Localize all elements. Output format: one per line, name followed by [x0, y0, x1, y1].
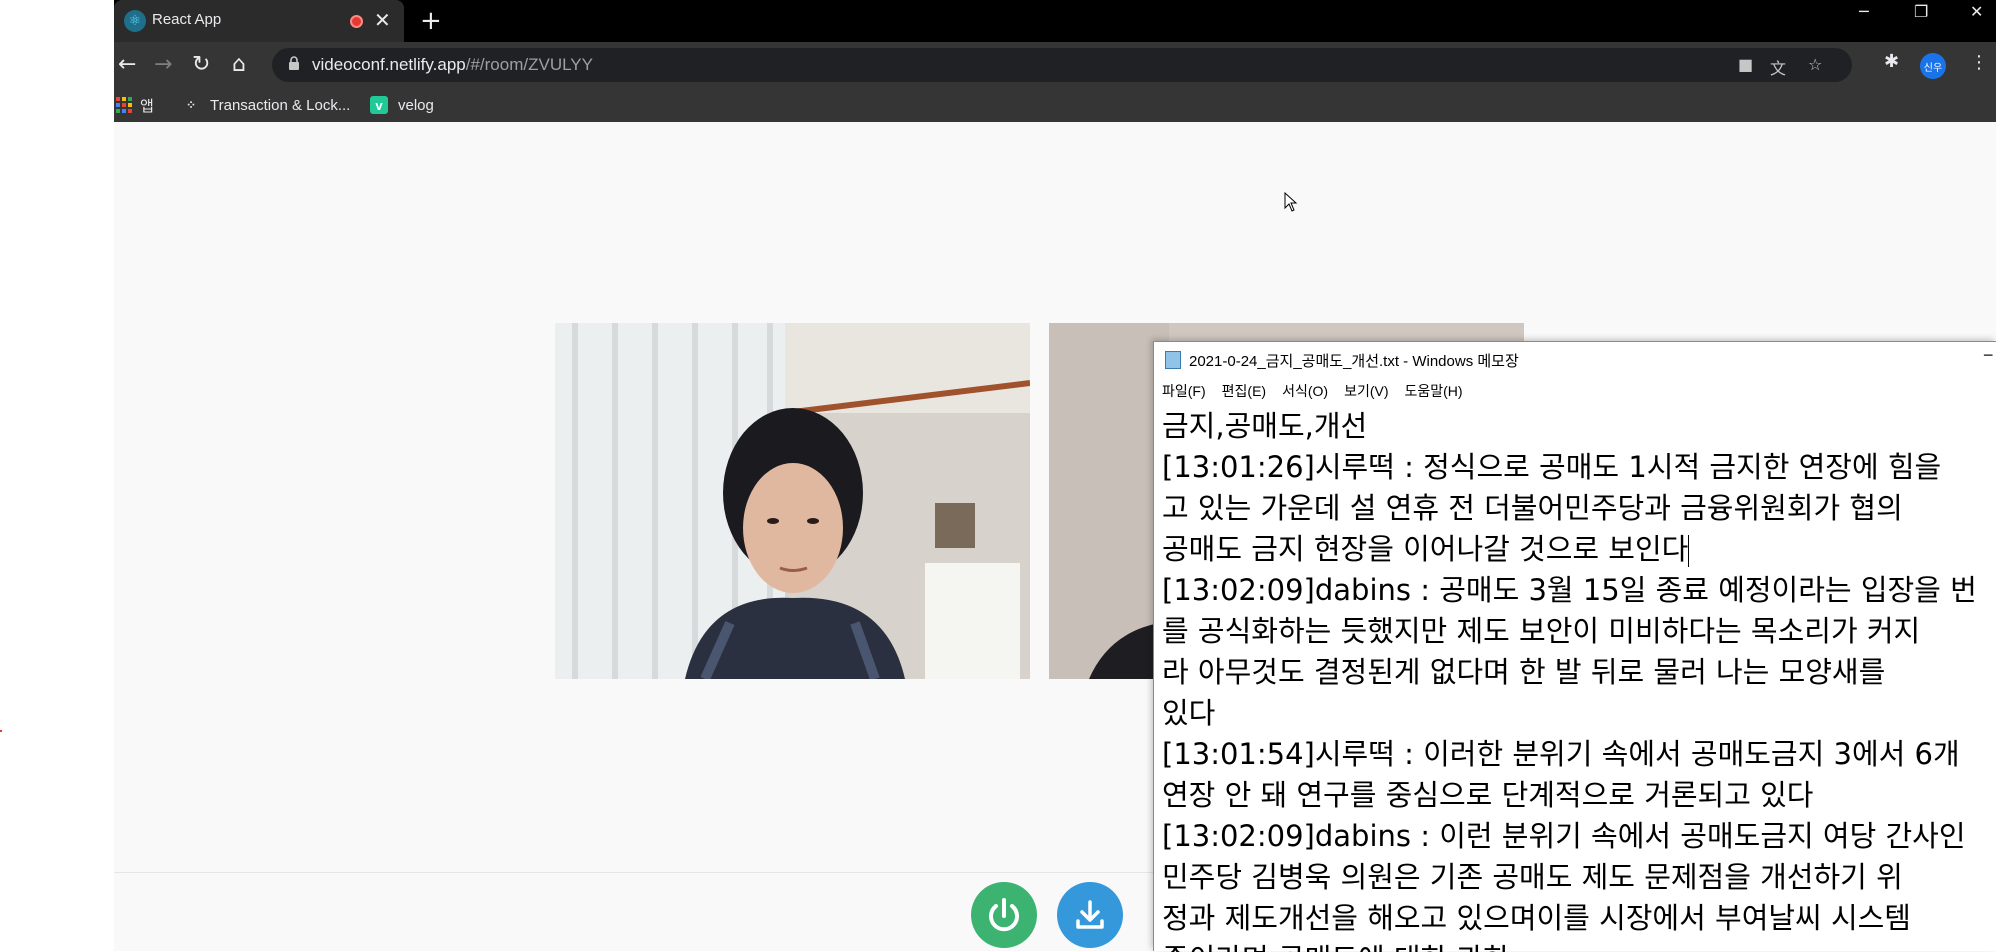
velog-icon: v — [370, 96, 388, 114]
text-line-with-caret: 공매도 금지 현장을 이어나갈 것으로 보인다 — [1162, 529, 1996, 570]
recording-indicator-icon — [350, 15, 363, 28]
text-line: 민주당 김병욱 의원은 기존 공매도 제도 문제점을 개선하기 위 — [1162, 860, 1903, 894]
text-line: 있다 — [1162, 696, 1216, 730]
bookmark-label: 앱 — [140, 97, 154, 115]
text-line: 고 있는 가운데 설 연휴 전 더불어민주당과 금융위원회가 협의 — [1162, 491, 1903, 525]
bookmark-label: velog — [398, 96, 434, 114]
notepad-menubar: 파일(F) 편집(E) 서식(O) 보기(V) 도움말(H) — [1154, 378, 1996, 402]
text-line: 라 아무것도 결정된게 없다며 한 발 뒤로 물러 나는 모양새를 — [1162, 655, 1886, 689]
minimize-icon[interactable]: ─ — [1984, 348, 1992, 364]
stray-mark — [0, 730, 2, 732]
bookmark-transaction[interactable]: ⁘ Transaction & Lock... — [182, 94, 350, 116]
menu-format[interactable]: 서식(O) — [1274, 378, 1336, 402]
apps-grid-icon — [116, 97, 132, 113]
minimize-icon[interactable]: ─ — [1859, 2, 1869, 21]
tab-strip: ⚛ React App ✕ + ─ ❐ ✕ — [114, 0, 1996, 42]
text-line: 중이라며 공매도에 대한 과한 — [1162, 939, 1996, 952]
close-tab-icon[interactable]: ✕ — [374, 8, 391, 32]
star-icon[interactable]: ☆ — [1808, 55, 1822, 74]
bookmark-apps[interactable]: 앱 — [116, 94, 154, 116]
text-line: 공매도 금지 현장을 이어나갈 것으로 보인다 — [1162, 532, 1689, 566]
menu-edit[interactable]: 편집(E) — [1214, 378, 1274, 402]
menu-file[interactable]: 파일(F) — [1154, 378, 1214, 402]
translate-icon[interactable]: 文 — [1770, 55, 1786, 79]
local-video — [555, 323, 1030, 679]
video-frame-local — [555, 323, 1030, 679]
lock-icon — [289, 56, 299, 70]
text-line: 를 공식화하는 듯했지만 제도 보안이 미비하다는 목소리가 커지 — [1162, 614, 1921, 648]
power-icon — [989, 898, 1019, 932]
reload-icon[interactable]: ↻ — [192, 52, 210, 77]
text-line: 연장 안 돼 연구를 중심으로 단계적으로 거론되고 있다 — [1162, 778, 1814, 812]
text-caret — [1688, 535, 1690, 567]
power-button[interactable] — [971, 882, 1037, 948]
url-text: videoconf.netlify.app/#/room/ZVULYY — [312, 55, 593, 75]
download-button[interactable] — [1057, 882, 1123, 948]
react-icon: ⚛ — [124, 10, 146, 32]
menu-icon[interactable]: ⋮ — [1970, 52, 1988, 73]
restore-icon[interactable]: ❐ — [1914, 2, 1928, 21]
bookmarks-bar: 앱 ⁘ Transaction & Lock... v velog — [114, 88, 1996, 122]
menu-help[interactable]: 도움말(H) — [1397, 378, 1471, 402]
notepad-titlebar[interactable]: 2021-0-24_금지_공매도_개선.txt - Windows 메모장 ─ — [1154, 342, 1996, 378]
text-line: 정과 제도개선을 해오고 있으며이를 시장에서 부여날씨 시스템 — [1162, 901, 1911, 935]
browser-toolbar: ← → ↻ ⌂ videoconf.netlify.app/#/room/ZVU… — [114, 42, 1996, 88]
notepad-icon — [1165, 351, 1181, 369]
notepad-window: 2021-0-24_금지_공매도_개선.txt - Windows 메모장 ─ … — [1153, 341, 1996, 952]
camera-icon[interactable]: ■ — [1738, 55, 1753, 74]
avatar[interactable]: 신우 — [1920, 53, 1946, 79]
text-line: [13:02:09]dabins : 이런 분위기 속에서 공매도금지 여당 간… — [1162, 819, 1966, 853]
bookmark-velog[interactable]: v velog — [370, 94, 434, 116]
text-line: [13:01:26]시루떡 : 정식으로 공매도 1시적 금지한 연장에 힘을 — [1162, 450, 1942, 484]
text-line: [13:01:54]시루떡 : 이러한 분위기 속에서 공매도금지 3에서 6개 — [1162, 737, 1960, 771]
forward-icon[interactable]: → — [154, 52, 172, 77]
text-line: [13:02:09]dabins : 공매도 3월 15일 종료 예정이라는 입… — [1162, 573, 1977, 607]
notepad-title: 2021-0-24_금지_공매도_개선.txt - Windows 메모장 — [1189, 353, 1519, 370]
close-window-icon[interactable]: ✕ — [1970, 2, 1983, 21]
new-tab-icon[interactable]: + — [420, 6, 442, 36]
notepad-text-area[interactable]: 금지,공매도,개선 [13:01:26]시루떡 : 정식으로 공매도 1시적 금… — [1162, 406, 1996, 952]
dots-icon: ⁘ — [185, 98, 197, 112]
url-domain: videoconf.netlify.app — [312, 55, 466, 74]
extensions-icon[interactable]: ✱ — [1884, 51, 1899, 72]
download-icon — [1076, 900, 1104, 929]
address-bar[interactable]: videoconf.netlify.app/#/room/ZVULYY ■ 文 … — [272, 48, 1852, 82]
browser-tab[interactable]: ⚛ React App ✕ — [114, 0, 404, 42]
mouse-cursor-icon — [1284, 192, 1298, 212]
menu-view[interactable]: 보기(V) — [1336, 378, 1396, 402]
back-icon[interactable]: ← — [118, 52, 136, 77]
home-icon[interactable]: ⌂ — [232, 52, 246, 77]
url-path: /#/room/ZVULYY — [465, 55, 593, 74]
tab-title: React App — [152, 11, 222, 28]
text-line: 금지,공매도,개선 — [1162, 409, 1368, 443]
bookmark-label: Transaction & Lock... — [210, 96, 351, 114]
